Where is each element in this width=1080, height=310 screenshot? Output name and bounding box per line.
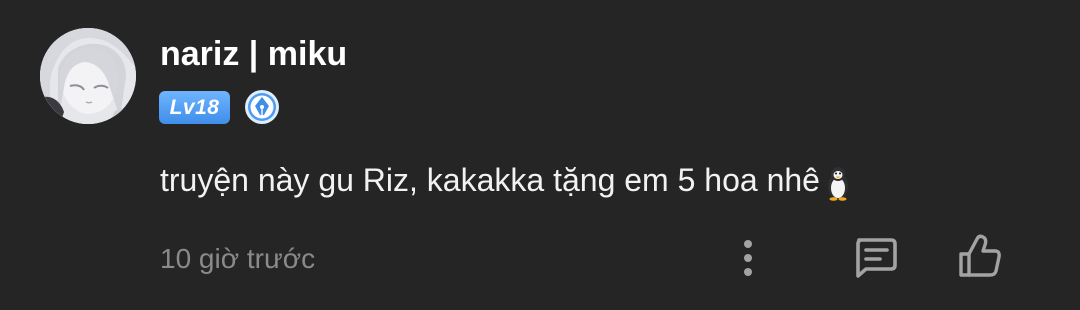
username[interactable]: nariz | miku bbox=[160, 34, 347, 74]
more-options-button[interactable] bbox=[728, 236, 768, 280]
penguin-emoji-icon bbox=[824, 165, 852, 201]
like-button[interactable] bbox=[955, 232, 1005, 280]
user-avatar[interactable] bbox=[40, 28, 136, 124]
pen-nib-badge-icon bbox=[244, 89, 280, 125]
comment-body: truyện này gu Riz, kakakka tặng em 5 hoa… bbox=[160, 162, 820, 198]
thumbs-up-icon bbox=[959, 234, 1001, 277]
comment-text: truyện này gu Riz, kakakka tặng em 5 hoa… bbox=[160, 160, 852, 201]
more-vertical-icon bbox=[744, 240, 752, 276]
comment-timestamp: 10 giờ trước bbox=[160, 243, 316, 274]
anime-girl-avatar-image bbox=[40, 28, 136, 124]
comment-reply-icon bbox=[856, 238, 897, 278]
level-badge: Lv18 bbox=[159, 91, 230, 124]
reply-button[interactable] bbox=[850, 235, 900, 279]
